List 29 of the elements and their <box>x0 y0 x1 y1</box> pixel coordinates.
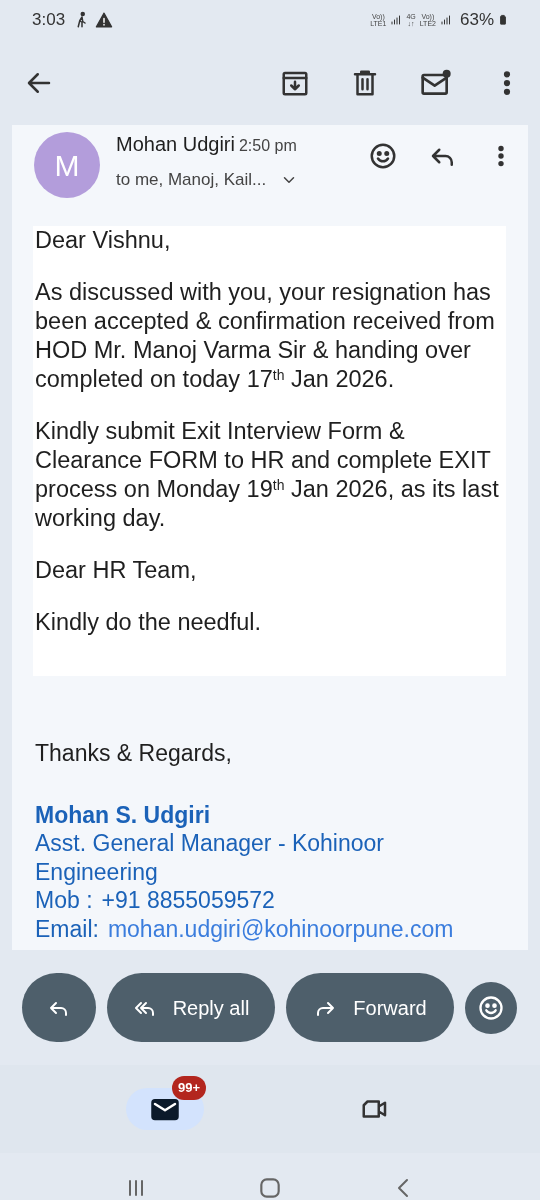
body-paragraph: Kindly submit Exit Interview Form & Clearance FORM to HR and complete EXIT process on Monday 19$^{th}$ Jan 2026, as its last working day. <box>35 417 500 533</box>
body-paragraph: Kindly do the needful. <box>35 608 263 637</box>
signal-bars-icon <box>439 13 452 27</box>
smiley-icon <box>477 993 505 1022</box>
smiley-icon[interactable] <box>368 141 398 171</box>
unread-count-badge: 99+ <box>172 1076 207 1100</box>
forward-button[interactable]: Forward <box>286 973 454 1042</box>
recipients-text: to me, Manoj, Kail... <box>116 169 267 191</box>
warning-icon <box>95 11 114 29</box>
body-paragraph: Dear HR Team, <box>35 556 198 585</box>
closing-text: Thanks & Regards, <box>35 739 233 768</box>
signal-bars-icon <box>390 13 403 27</box>
reply-all-button[interactable]: Reply all <box>107 973 275 1042</box>
battery-percentage: 63% <box>459 9 494 32</box>
phone-number: +91 8855059572 <box>101 886 275 915</box>
sender-avatar: M <box>34 132 100 198</box>
email-link[interactable]: mohan.udgiri@kohinoorpune.com <box>107 914 454 943</box>
status-time: 3:03 <box>32 9 66 32</box>
react-button[interactable] <box>465 981 517 1034</box>
job-title: Asst. General Manager - Kohinoor Engineering <box>35 829 385 886</box>
body-paragraph: As discussed with you, your resignation has been accepted & confirmation received from HOD Mr. Manoj Varma Sir & handing over completed on today 17$^{th}$ Jan 2026. <box>35 278 496 394</box>
sender-name: Mohan Udgiri <box>116 132 235 157</box>
signature-name: Mohan S. Udgiri <box>35 800 212 829</box>
message-time: 2:50 pm <box>238 136 297 156</box>
home-icon[interactable] <box>257 1175 283 1200</box>
battery-icon <box>498 12 508 28</box>
email-label: Email: <box>35 914 99 943</box>
body-paragraph: Dear Vishnu, <box>35 226 172 255</box>
phone-label: Mob : <box>35 886 93 915</box>
